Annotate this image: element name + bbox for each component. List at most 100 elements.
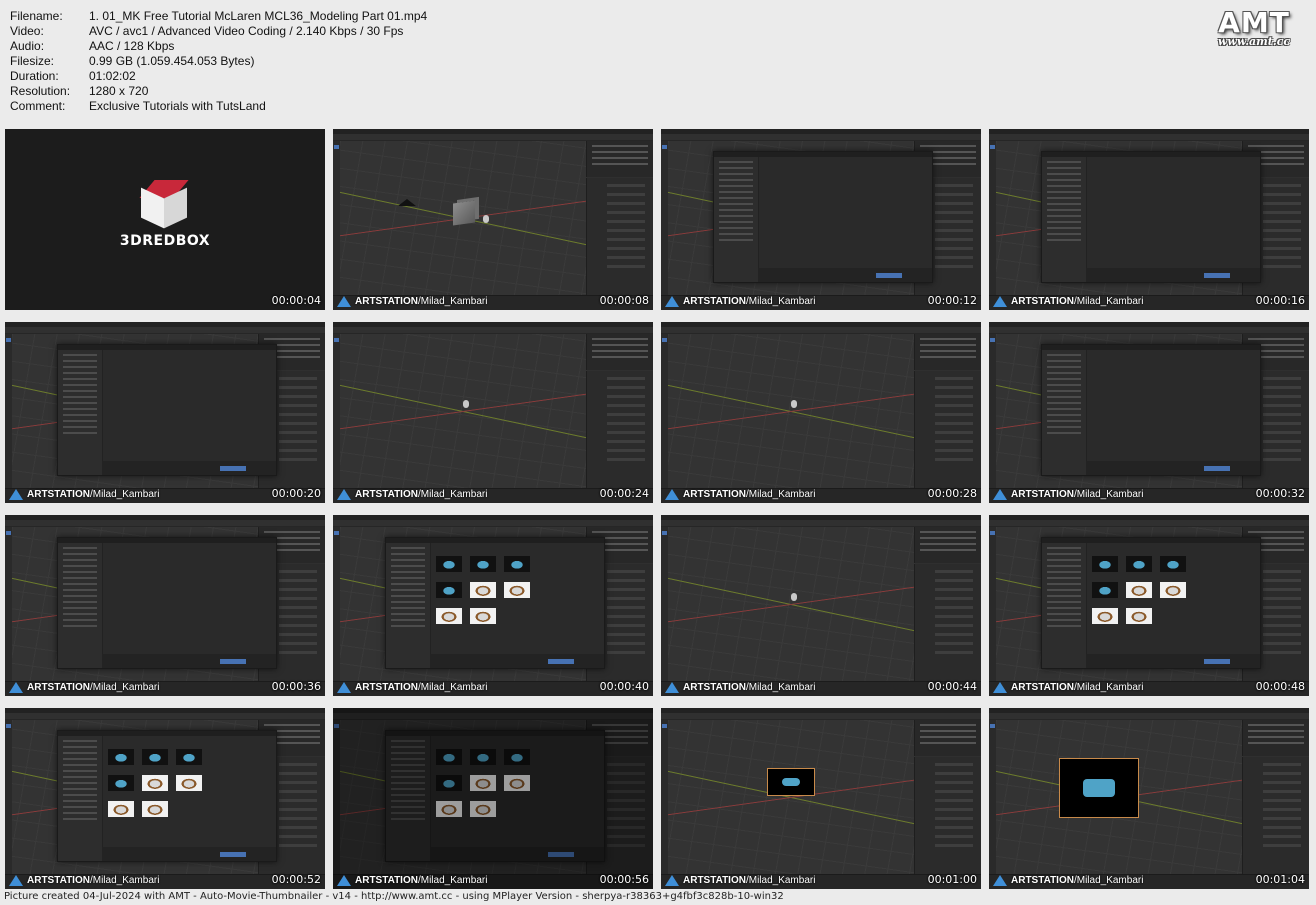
video-thumbnail: ARTSTATION/Milad_Kambari 00:01:00 bbox=[661, 708, 981, 889]
blender-header bbox=[661, 520, 981, 527]
blender-toolbar bbox=[661, 141, 668, 296]
file-browser-dialog bbox=[1041, 537, 1261, 669]
file-browser-sidebar bbox=[58, 350, 103, 475]
artstation-icon bbox=[337, 489, 351, 500]
watermark-prefix: ARTSTATION bbox=[27, 875, 90, 886]
file-browser-dialog bbox=[57, 537, 277, 669]
reference-image-thumb bbox=[504, 582, 530, 598]
thumbnail-grid: 3DREDBOX 00:00:04 ARTSTATION/Milad_Kambari… bbox=[5, 129, 1309, 889]
watermark-prefix: ARTSTATION bbox=[355, 296, 418, 307]
reference-image-thumb bbox=[108, 775, 134, 791]
blender-toolbar bbox=[661, 334, 668, 489]
info-value: 0.99 GB (1.059.454.053 Bytes) bbox=[89, 54, 255, 68]
artstation-watermark: ARTSTATION/Milad_Kambari bbox=[665, 489, 815, 500]
info-row: Resolution: 1280 x 720 bbox=[10, 84, 427, 99]
info-row: Audio: AAC / 128 Kbps bbox=[10, 39, 427, 54]
footer-credit: Picture created 04-Jul-2024 with AMT - A… bbox=[4, 891, 784, 902]
thumbnail-scene: ARTSTATION/Milad_Kambari bbox=[5, 515, 325, 696]
info-key: Duration: bbox=[10, 69, 59, 83]
file-browser-dialog bbox=[385, 537, 605, 669]
artstation-icon bbox=[665, 489, 679, 500]
artstation-watermark: ARTSTATION/Milad_Kambari bbox=[993, 296, 1143, 307]
light-object bbox=[791, 400, 797, 408]
watermark-handle: /Milad_Kambari bbox=[89, 682, 160, 693]
reference-image bbox=[767, 768, 815, 796]
reference-image-thumb bbox=[142, 749, 168, 765]
file-browser-footer bbox=[1086, 461, 1260, 475]
info-value: 01:02:02 bbox=[89, 69, 136, 83]
watermark-handle: /Milad_Kambari bbox=[417, 682, 488, 693]
watermark-prefix: ARTSTATION bbox=[355, 489, 418, 500]
reference-image-thumb bbox=[470, 556, 496, 572]
watermark-handle: /Milad_Kambari bbox=[1073, 296, 1144, 307]
thumbnail-scene: ARTSTATION/Milad_Kambari bbox=[333, 129, 653, 310]
timestamp: 00:00:08 bbox=[599, 294, 649, 307]
watermark-prefix: ARTSTATION bbox=[27, 489, 90, 500]
light-object bbox=[463, 400, 469, 408]
reference-image-thumb bbox=[108, 749, 134, 765]
timestamp: 00:00:16 bbox=[1255, 294, 1305, 307]
info-key: Comment: bbox=[10, 99, 66, 113]
file-browser-sidebar bbox=[1042, 543, 1087, 668]
light-object bbox=[483, 215, 489, 223]
file-info: Filename: 1. 01_MK Free Tutorial McLaren … bbox=[10, 9, 427, 114]
watermark-handle: /Milad_Kambari bbox=[417, 489, 488, 500]
light-object bbox=[791, 593, 797, 601]
watermark-handle: /Milad_Kambari bbox=[745, 682, 816, 693]
blender-toolbar bbox=[989, 141, 996, 296]
blender-toolbar bbox=[661, 527, 668, 682]
info-key: Filename: bbox=[10, 9, 63, 23]
timestamp: 00:00:28 bbox=[927, 487, 977, 500]
artstation-watermark: ARTSTATION/Milad_Kambari bbox=[665, 296, 815, 307]
timestamp: 00:00:44 bbox=[927, 680, 977, 693]
blender-header bbox=[5, 520, 325, 527]
video-thumbnail: ARTSTATION/Milad_Kambari 00:00:12 bbox=[661, 129, 981, 310]
artstation-watermark: ARTSTATION/Milad_Kambari bbox=[665, 875, 815, 886]
file-browser-dialog bbox=[1041, 344, 1261, 476]
reference-image-thumb bbox=[142, 775, 168, 791]
timestamp: 00:00:48 bbox=[1255, 680, 1305, 693]
file-browser-footer bbox=[102, 654, 276, 668]
timestamp: 00:00:04 bbox=[271, 294, 321, 307]
timestamp: 00:01:00 bbox=[927, 873, 977, 886]
reference-image-thumb bbox=[436, 582, 462, 598]
load-button bbox=[220, 466, 246, 471]
reference-image-thumb bbox=[142, 801, 168, 817]
artstation-icon bbox=[337, 682, 351, 693]
thumbnail-scene: ARTSTATION/Milad_Kambari bbox=[333, 322, 653, 503]
reference-image-thumb bbox=[470, 582, 496, 598]
blender-properties bbox=[914, 757, 981, 875]
reference-image-thumb bbox=[436, 556, 462, 572]
blender-viewport bbox=[668, 720, 915, 875]
video-thumbnail: ARTSTATION/Milad_Kambari 00:00:24 bbox=[333, 322, 653, 503]
artstation-icon bbox=[993, 875, 1007, 886]
reference-image-thumb bbox=[176, 749, 202, 765]
artstation-icon bbox=[665, 296, 679, 307]
blender-properties bbox=[586, 371, 653, 489]
blender-header bbox=[333, 327, 653, 334]
file-browser-footer bbox=[758, 268, 932, 282]
amt-logo-url: www.amt.cc bbox=[1217, 35, 1291, 48]
file-browser-sidebar bbox=[58, 543, 103, 668]
info-row: Filename: 1. 01_MK Free Tutorial McLaren … bbox=[10, 9, 427, 24]
file-browser-footer bbox=[1086, 268, 1260, 282]
video-thumbnail: ARTSTATION/Milad_Kambari 00:00:44 bbox=[661, 515, 981, 696]
blender-header bbox=[661, 134, 981, 141]
watermark-handle: /Milad_Kambari bbox=[1073, 875, 1144, 886]
reference-image-thumb bbox=[176, 775, 202, 791]
watermark-prefix: ARTSTATION bbox=[683, 682, 746, 693]
blender-header bbox=[989, 327, 1309, 334]
reference-image-thumb bbox=[1092, 582, 1118, 598]
blender-toolbar bbox=[989, 334, 996, 489]
artstation-icon bbox=[993, 682, 1007, 693]
artstation-icon bbox=[665, 875, 679, 886]
info-key: Filesize: bbox=[10, 54, 55, 68]
blender-outliner bbox=[586, 334, 653, 370]
load-button bbox=[1204, 466, 1230, 471]
watermark-handle: /Milad_Kambari bbox=[745, 489, 816, 500]
blender-toolbar bbox=[5, 334, 12, 489]
blender-outliner bbox=[1242, 720, 1309, 756]
blender-viewport bbox=[668, 527, 915, 682]
watermark-handle: /Milad_Kambari bbox=[417, 296, 488, 307]
video-thumbnail: ARTSTATION/Milad_Kambari 00:01:04 bbox=[989, 708, 1309, 889]
